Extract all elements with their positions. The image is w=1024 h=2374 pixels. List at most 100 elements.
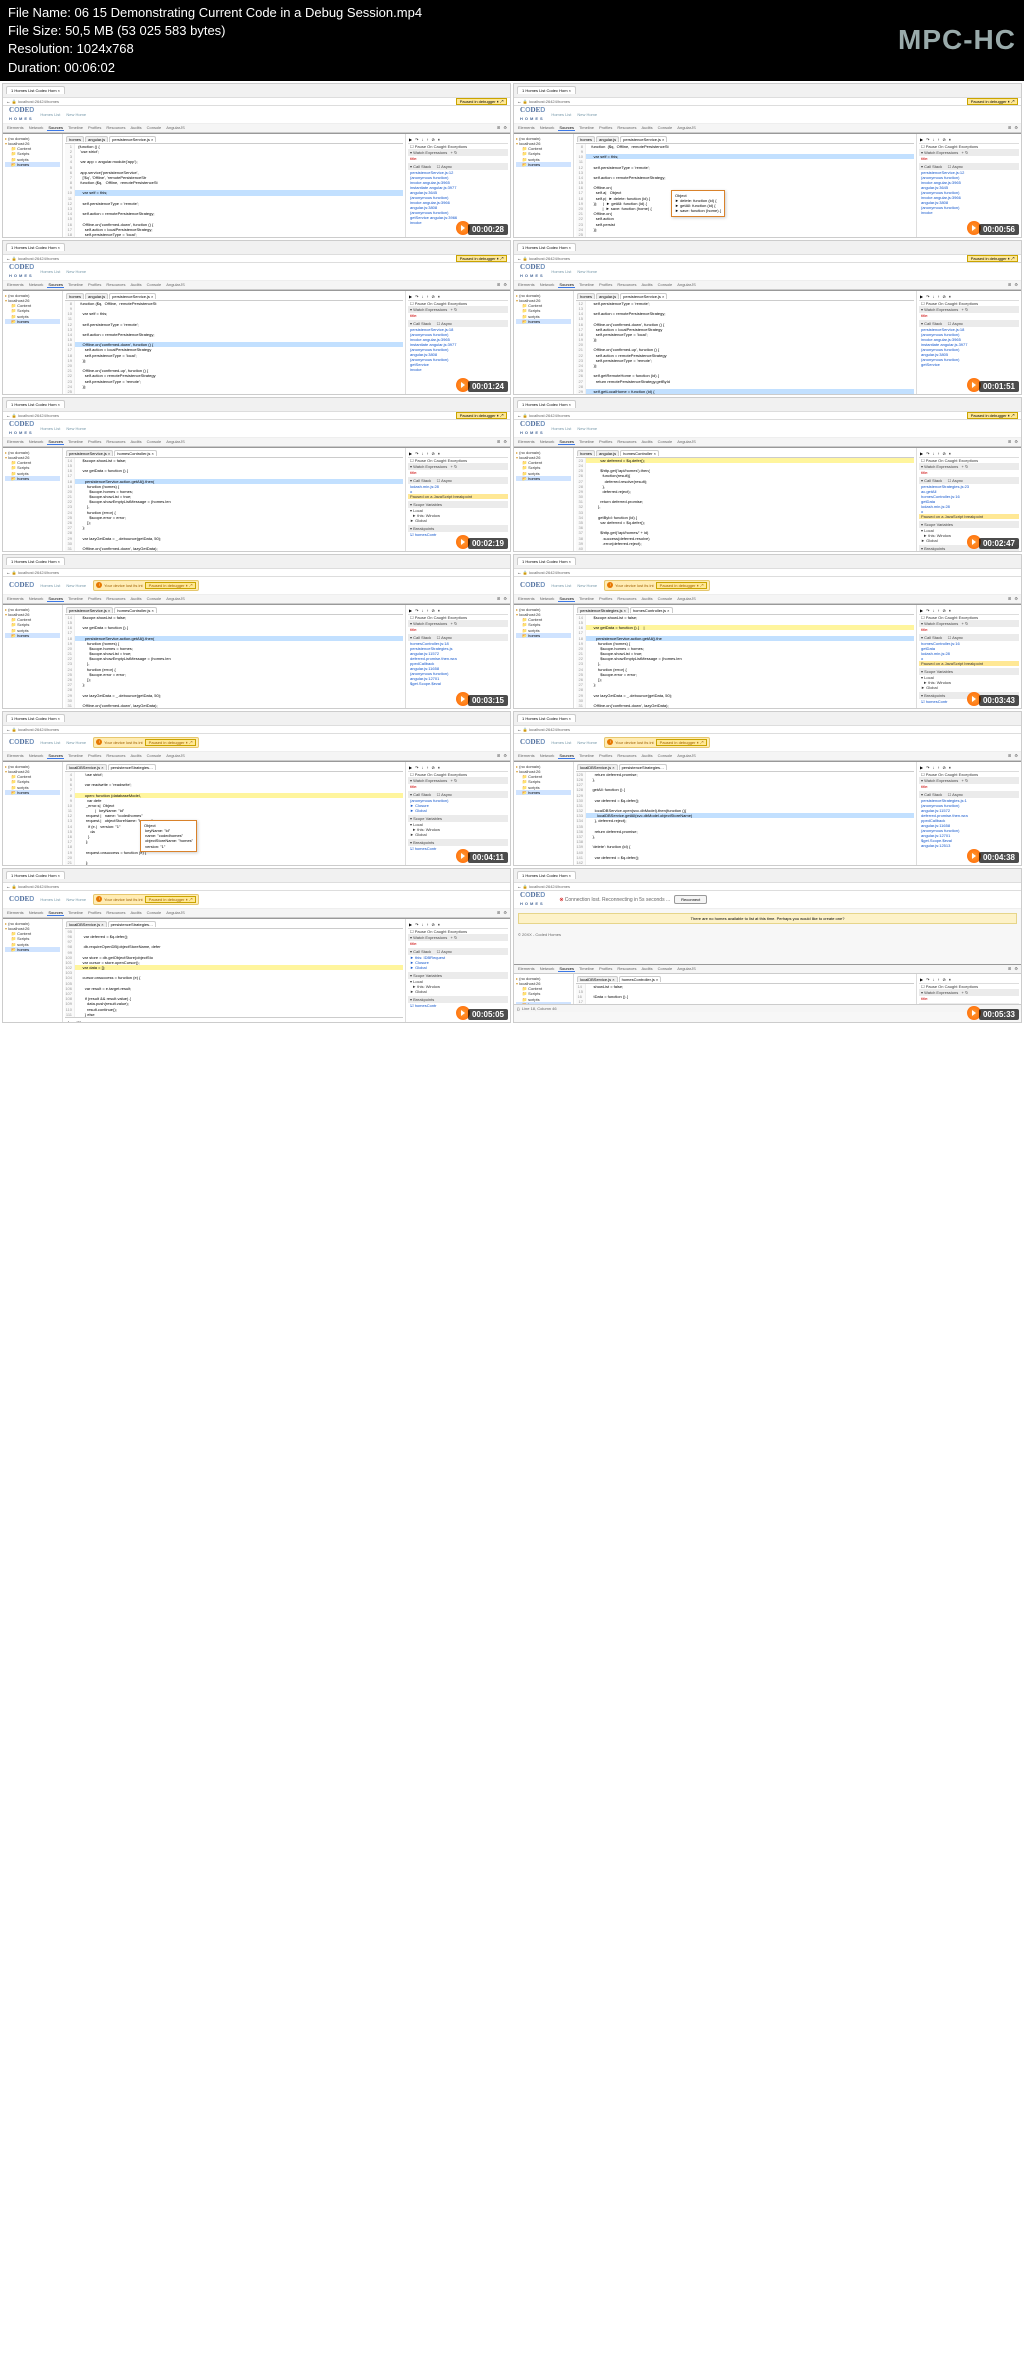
code-line[interactable]: 32 Offline.on('confirmed-up', lazyGetDat… <box>65 708 403 709</box>
sources-sidebar[interactable]: ▸ (no domain) ▾ localhost:26 📁 Content📁 … <box>3 134 63 238</box>
resume-icon[interactable]: ▶ <box>409 765 412 770</box>
devtools-tab-angularjs[interactable]: AngularJS <box>165 753 185 759</box>
back-icon[interactable]: ← <box>6 413 11 418</box>
watch-header[interactable]: ▾ Watch Expressions + ↻ <box>919 149 1019 156</box>
step-out-icon[interactable]: ↑ <box>937 451 939 456</box>
file-navigator[interactable]: ▸ (no domain) ▾ localhost:26 📁 Content📁 … <box>5 764 60 795</box>
step-over-icon[interactable]: ↷ <box>926 451 929 456</box>
devtools-tab-profiles[interactable]: Profiles <box>87 282 102 288</box>
step-into-icon[interactable]: ↓ <box>421 608 423 613</box>
deactivate-icon[interactable]: ⊘ <box>431 608 434 613</box>
devtools-tab-profiles[interactable]: Profiles <box>598 282 613 288</box>
sources-sidebar[interactable]: ▸ (no domain) ▾ localhost:26 📁 Content📁 … <box>514 762 574 866</box>
devtools-tab-audits[interactable]: Audits <box>129 282 142 288</box>
step-out-icon[interactable]: ↑ <box>426 451 428 456</box>
sources-sidebar[interactable]: ▸ (no domain) ▾ localhost:26 📁 Content📁 … <box>3 762 63 866</box>
step-over-icon[interactable]: ↷ <box>926 977 929 982</box>
devtools-tab-resources[interactable]: Resources <box>105 282 126 288</box>
devtools-tab-network[interactable]: Network <box>28 439 45 445</box>
step-over-icon[interactable]: ↷ <box>926 294 929 299</box>
nav-new[interactable]: New Home <box>577 740 597 745</box>
code-line[interactable]: 30 return localPersistenceStrategy.getBy… <box>576 394 914 395</box>
file-tab[interactable]: localDBService.js × <box>66 921 107 927</box>
file-tab[interactable]: localDBService.js × <box>66 764 107 770</box>
nav-new[interactable]: New Home <box>66 583 86 588</box>
devtools-tab-profiles[interactable]: Profiles <box>87 125 102 131</box>
devtools-tab-timeline[interactable]: Timeline <box>578 125 595 131</box>
devtools-tab-console[interactable]: Console <box>146 910 163 916</box>
pause-icon[interactable]: ⏸ <box>438 922 440 927</box>
step-into-icon[interactable]: ↓ <box>421 922 423 927</box>
back-icon[interactable]: ← <box>517 884 522 889</box>
console-icon[interactable]: {} <box>517 1006 520 1011</box>
devtools-tab-network[interactable]: Network <box>28 282 45 288</box>
watch-header[interactable]: ▾ Watch Expressions + ↻ <box>408 777 508 784</box>
devtools-tab-audits[interactable]: Audits <box>129 753 142 759</box>
devtools-tab-elements[interactable]: Elements <box>6 439 25 445</box>
stack-frame[interactable]: Paused on a JavaScript breakpoint <box>919 661 1019 666</box>
resume-icon[interactable]: ▶ <box>920 765 923 770</box>
callstack-header[interactable]: ▾ Call Stack ☐ Async <box>408 948 508 955</box>
stack-frame[interactable]: angular.js:12513 <box>919 843 1019 848</box>
devtools-tab-elements[interactable]: Elements <box>6 910 25 916</box>
devtools-tab-console[interactable]: Console <box>146 282 163 288</box>
code-line[interactable]: 143 localDBService.open(svc.dbModel).the… <box>576 865 914 866</box>
devtools-tab-audits[interactable]: Audits <box>640 125 653 131</box>
callstack-header[interactable]: ▾ Call Stack ☐ Async <box>408 320 508 327</box>
nav-new[interactable]: New Home <box>66 897 86 902</box>
deactivate-icon[interactable]: ⊘ <box>431 765 434 770</box>
dock-icon[interactable]: ⊞ <box>497 125 500 131</box>
devtools-tab-timeline[interactable]: Timeline <box>578 282 595 288</box>
devtools-tab-audits[interactable]: Audits <box>640 282 653 288</box>
watch-header[interactable]: ▾ Watch Expressions + ↻ <box>408 934 508 941</box>
selected-folder[interactable]: 📂 homes <box>516 162 571 167</box>
dock-icon[interactable]: ⊞ <box>1008 282 1011 288</box>
stack-frame[interactable]: invoke <box>919 210 1019 215</box>
dock-icon[interactable]: ⊞ <box>1008 125 1011 131</box>
devtools-tab-timeline[interactable]: Timeline <box>578 753 595 759</box>
stack-frame[interactable]: Paused on a JavaScript breakpoint <box>919 514 1019 519</box>
devtools-tab-console[interactable]: Console <box>657 125 674 131</box>
callstack-header[interactable]: ▾ Call Stack ☐ Async <box>408 163 508 170</box>
file-tab[interactable]: persistenceService.js × <box>620 293 667 299</box>
settings-icon[interactable]: ⚙ <box>1014 282 1018 288</box>
code-editor[interactable]: homesangular.jshomesController × 23 var … <box>574 448 916 552</box>
pause-icon[interactable]: ⏸ <box>949 294 951 299</box>
step-over-icon[interactable]: ↷ <box>926 608 929 613</box>
scope-header[interactable]: ▾ Scope Variables <box>408 501 508 508</box>
selected-folder[interactable]: 📂 homes <box>516 476 571 481</box>
step-into-icon[interactable]: ↓ <box>932 451 934 456</box>
devtools-tab-resources[interactable]: Resources <box>616 966 637 972</box>
code-line[interactable]: 32 Offline.on('confirmed-up', lazyGetDat… <box>65 551 403 552</box>
settings-icon[interactable]: ⚙ <box>1014 753 1018 759</box>
nav-homes[interactable]: Homes List <box>551 426 571 431</box>
browser-tab[interactable]: 1 Homes List Codec Hom × <box>6 243 65 251</box>
devtools-tab-sources[interactable]: Sources <box>558 966 575 972</box>
reconnect-button[interactable]: Reconnect <box>674 895 707 904</box>
dock-icon[interactable]: ⊞ <box>497 910 500 916</box>
file-tab[interactable]: homes <box>66 293 84 299</box>
file-navigator[interactable]: ▸ (no domain) ▾ localhost:26 📁 Content📁 … <box>516 293 571 324</box>
callstack-header[interactable]: ▾ Call Stack ☐ Async <box>408 791 508 798</box>
devtools-tab-console[interactable]: Console <box>146 596 163 602</box>
sources-sidebar[interactable]: ▸ (no domain) ▾ localhost:26 📁 Content📁 … <box>3 291 63 395</box>
file-tab[interactable]: homes <box>577 136 595 142</box>
step-out-icon[interactable]: ↑ <box>426 608 428 613</box>
browser-tab[interactable]: 1 Homes List Codec Hom × <box>517 714 576 722</box>
code-editor[interactable]: localDBService.js ×persistenceStrategies… <box>63 919 405 1023</box>
dock-icon[interactable]: ⊞ <box>1008 966 1011 972</box>
stack-frame[interactable]: ► Global <box>408 965 508 970</box>
breakpoints-header[interactable]: ▾ Breakpoints <box>408 839 508 846</box>
devtools-tab-network[interactable]: Network <box>28 125 45 131</box>
step-into-icon[interactable]: ↓ <box>932 765 934 770</box>
devtools-tab-network[interactable]: Network <box>539 439 556 445</box>
stack-frame[interactable]: invoke <box>408 367 508 372</box>
deactivate-icon[interactable]: ⊘ <box>942 977 945 982</box>
scope-header[interactable]: ▾ Scope Variables <box>408 815 508 822</box>
devtools-tab-console[interactable]: Console <box>657 282 674 288</box>
code-editor[interactable]: persistenceStrategies.js ×homesControlle… <box>574 605 916 709</box>
file-navigator[interactable]: ▸ (no domain) ▾ localhost:26 📁 Content📁 … <box>5 293 60 324</box>
devtools-tab-angularjs[interactable]: AngularJS <box>676 439 696 445</box>
file-navigator[interactable]: ▸ (no domain) ▾ localhost:26 📁 Content📁 … <box>516 136 571 167</box>
step-into-icon[interactable]: ↓ <box>421 294 423 299</box>
